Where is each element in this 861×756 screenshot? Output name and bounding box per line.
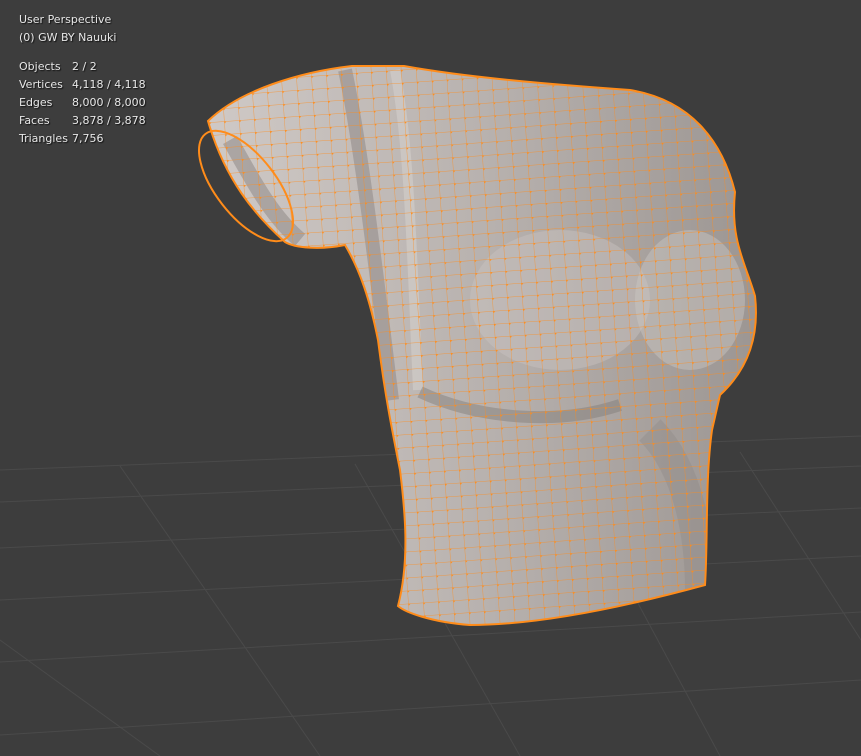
stat-value: 3,878 / 3,878 <box>72 114 146 127</box>
stat-label: Objects <box>19 60 61 73</box>
mesh-wireframe <box>208 66 756 625</box>
scene-statistics: Objects 2 / 2 Vertices 4,118 / 4,118 Edg… <box>19 58 146 148</box>
stat-value: 8,000 / 8,000 <box>72 96 146 109</box>
stat-edges: Edges 8,000 / 8,000 <box>19 94 146 112</box>
stat-faces: Faces 3,878 / 3,878 <box>19 112 146 130</box>
mesh-object-shirt[interactable] <box>181 40 789 648</box>
active-object-name: (0) GW BY Nauuki <box>19 31 117 44</box>
stat-value: 2 / 2 <box>72 60 97 73</box>
view-name: User Perspective <box>19 13 112 26</box>
stat-label: Faces <box>19 114 50 127</box>
stat-value: 7,756 <box>72 132 104 145</box>
stat-vertices: Vertices 4,118 / 4,118 <box>19 76 146 94</box>
stat-objects: Objects 2 / 2 <box>19 58 146 76</box>
stat-triangles: Triangles 7,756 <box>19 130 146 148</box>
stat-value: 4,118 / 4,118 <box>72 78 146 91</box>
stat-label: Edges <box>19 96 53 109</box>
stat-label: Vertices <box>19 78 63 91</box>
stat-label: Triangles <box>19 132 68 145</box>
3d-viewport[interactable]: User Perspective (0) GW BY Nauuki Object… <box>0 0 861 756</box>
viewport-info-overlay: User Perspective (0) GW BY Nauuki Object… <box>19 11 146 148</box>
